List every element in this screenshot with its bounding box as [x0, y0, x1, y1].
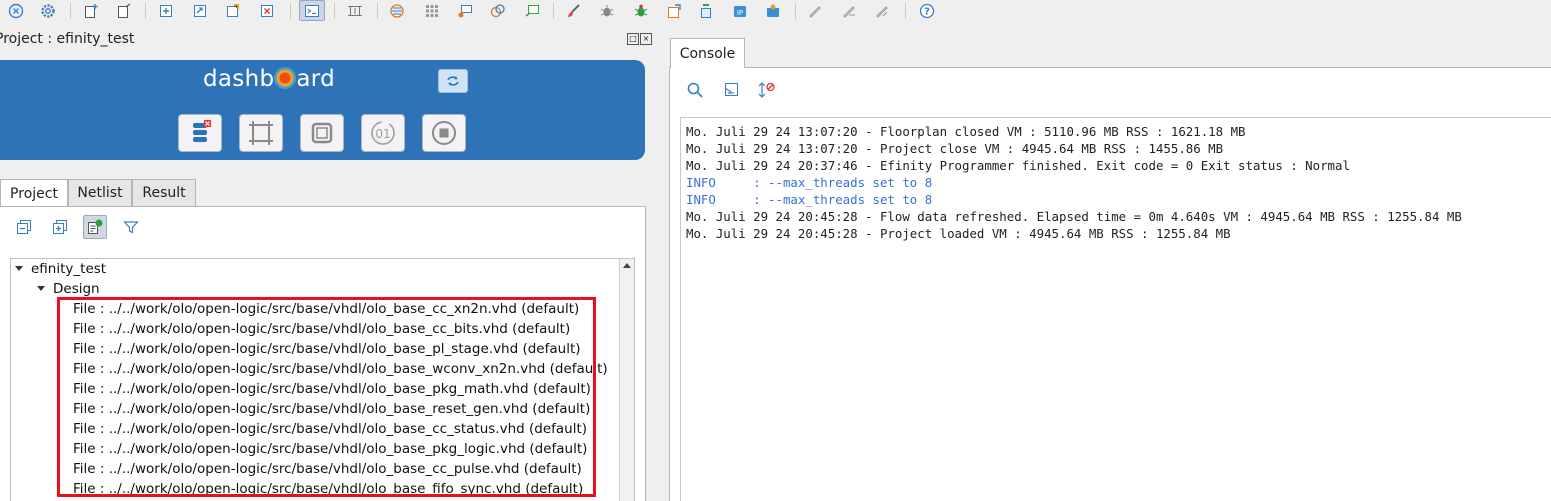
routing-icon [311, 122, 333, 144]
grid-icon[interactable] [423, 2, 441, 20]
search-icon [687, 82, 703, 98]
placement-icon [249, 121, 273, 145]
tab-netlist[interactable]: Netlist [68, 179, 132, 206]
console-log[interactable]: Mo. Juli 29 24 13:07:20 - Floorplan clos… [680, 117, 1551, 501]
collapse-all-button[interactable] [12, 215, 36, 239]
dashboard-title: dashb ard [203, 66, 335, 92]
dashboard: dashb ard 01 [0, 60, 645, 160]
ip-manager-icon[interactable] [764, 2, 782, 20]
filter-button[interactable] [119, 215, 143, 239]
stop-button[interactable] [422, 114, 466, 152]
show-files-button[interactable] [83, 215, 107, 239]
tab-console[interactable]: Console [670, 38, 745, 68]
console-search-button[interactable] [685, 80, 705, 100]
tree-file-item[interactable]: File : ../../work/olo/open-logic/src/bas… [73, 399, 590, 419]
console-line: Mo. Juli 29 24 20:45:28 - Flow data refr… [686, 209, 1462, 224]
timing-icon[interactable] [389, 2, 407, 20]
tree-file-item[interactable]: File : ../../work/olo/open-logic/src/bas… [73, 439, 587, 459]
tree-file-item[interactable]: File : ../../work/olo/open-logic/src/bas… [73, 379, 591, 399]
console-line: Mo. Juli 29 24 13:07:20 - Floorplan clos… [686, 124, 1246, 139]
bitstream-icon[interactable] [523, 2, 541, 20]
terminal-icon[interactable] [299, 0, 325, 21]
svg-text:?: ? [924, 7, 930, 18]
filter-icon [123, 221, 139, 234]
tree-file-item[interactable]: File : ../../work/olo/open-logic/src/bas… [73, 359, 608, 379]
tree-file-item[interactable]: File : ../../work/olo/open-logic/src/bas… [73, 299, 579, 319]
tree-root[interactable]: efinity_test [15, 259, 106, 279]
expand-all-button[interactable] [48, 215, 72, 239]
bitstream-generation-icon: 01 [371, 121, 395, 145]
project-panel-title: Project : efinity_test [0, 31, 135, 47]
console-save-button[interactable] [721, 80, 741, 100]
tree-root-label: efinity_test [31, 261, 107, 277]
chevron-down-icon[interactable] [37, 286, 45, 291]
panel-close-button[interactable]: × [640, 33, 652, 45]
panel-float-button[interactable]: □ [627, 33, 639, 45]
pen-alt2-icon[interactable] [873, 2, 891, 20]
interface-icon[interactable] [456, 2, 474, 20]
close-circle-icon[interactable] [7, 2, 25, 20]
synthesis-icon [193, 120, 211, 142]
ip-catalog-icon[interactable]: IP [731, 2, 749, 20]
brush-icon[interactable] [565, 2, 583, 20]
pen-icon[interactable] [806, 2, 824, 20]
bitstream-generation-button[interactable]: 01 [361, 114, 405, 152]
help-icon[interactable]: ? [918, 2, 936, 20]
package-icon[interactable] [665, 2, 683, 20]
console-line: Mo. Juli 29 24 20:37:46 - Efinity Progra… [686, 158, 1350, 173]
edit-file-icon[interactable] [224, 2, 242, 20]
tree-file-item[interactable]: File : ../../work/olo/open-logic/src/bas… [73, 339, 581, 359]
tree-file-item[interactable]: File : ../../work/olo/open-logic/src/bas… [73, 319, 570, 339]
gear-icon[interactable] [39, 2, 57, 20]
scroll-up-icon[interactable] [623, 263, 631, 268]
console-clear-button[interactable] [757, 80, 777, 100]
main-toolbar: IP ? [0, 0, 1551, 22]
tree-file-item[interactable]: File : ../../work/olo/open-logic/src/bas… [73, 479, 583, 499]
save-log-icon [724, 83, 738, 96]
console-line: INFO : --max_threads set to 8 [686, 192, 933, 207]
expand-all-icon [53, 220, 67, 234]
tab-project[interactable]: Project [0, 179, 68, 208]
console-line: Mo. Juli 29 24 13:07:20 - Project close … [686, 141, 1224, 156]
collapse-all-icon [17, 220, 31, 234]
console-line: Mo. Juli 29 24 20:45:28 - Project loaded… [686, 226, 1231, 241]
add-file-icon[interactable] [157, 2, 175, 20]
pen-alt-icon[interactable] [840, 2, 858, 20]
import-file-icon[interactable] [191, 2, 209, 20]
tree-file-item[interactable]: File : ../../work/olo/open-logic/src/bas… [73, 459, 582, 479]
dashboard-refresh-button[interactable] [438, 69, 468, 93]
dashboard-title-suffix: ard [296, 66, 336, 92]
svg-text:IP: IP [737, 9, 743, 17]
open-file-icon[interactable] [115, 2, 133, 20]
tree-group-label: Design [53, 281, 100, 297]
placement-button[interactable] [239, 114, 283, 152]
programmer-icon[interactable] [697, 2, 715, 20]
floorplan-icon[interactable] [346, 2, 364, 20]
show-files-icon [88, 219, 103, 234]
tab-result[interactable]: Result [132, 179, 196, 206]
pin-icon[interactable] [489, 2, 507, 20]
new-file-icon[interactable] [82, 2, 100, 20]
console-line: INFO : --max_threads set to 8 [686, 175, 933, 190]
tree-group-design[interactable]: Design [37, 279, 100, 299]
clear-log-icon [758, 82, 775, 98]
svg-text:01: 01 [375, 127, 390, 141]
refresh-icon [447, 76, 459, 86]
project-tree: efinity_test Design File : ../../work/ol… [10, 258, 635, 501]
bug-icon[interactable] [632, 2, 650, 20]
debug-icon[interactable] [598, 2, 616, 20]
routing-button[interactable] [300, 114, 344, 152]
chevron-down-icon[interactable] [15, 266, 23, 271]
tree-file-item[interactable]: File : ../../work/olo/open-logic/src/bas… [73, 419, 587, 439]
stop-icon [432, 121, 456, 145]
dashboard-logo-icon [274, 67, 297, 89]
dashboard-title-prefix: dashb [203, 66, 275, 92]
tree-scrollbar[interactable] [619, 259, 634, 501]
synthesis-button[interactable] [178, 114, 222, 152]
remove-file-icon[interactable] [258, 2, 276, 20]
